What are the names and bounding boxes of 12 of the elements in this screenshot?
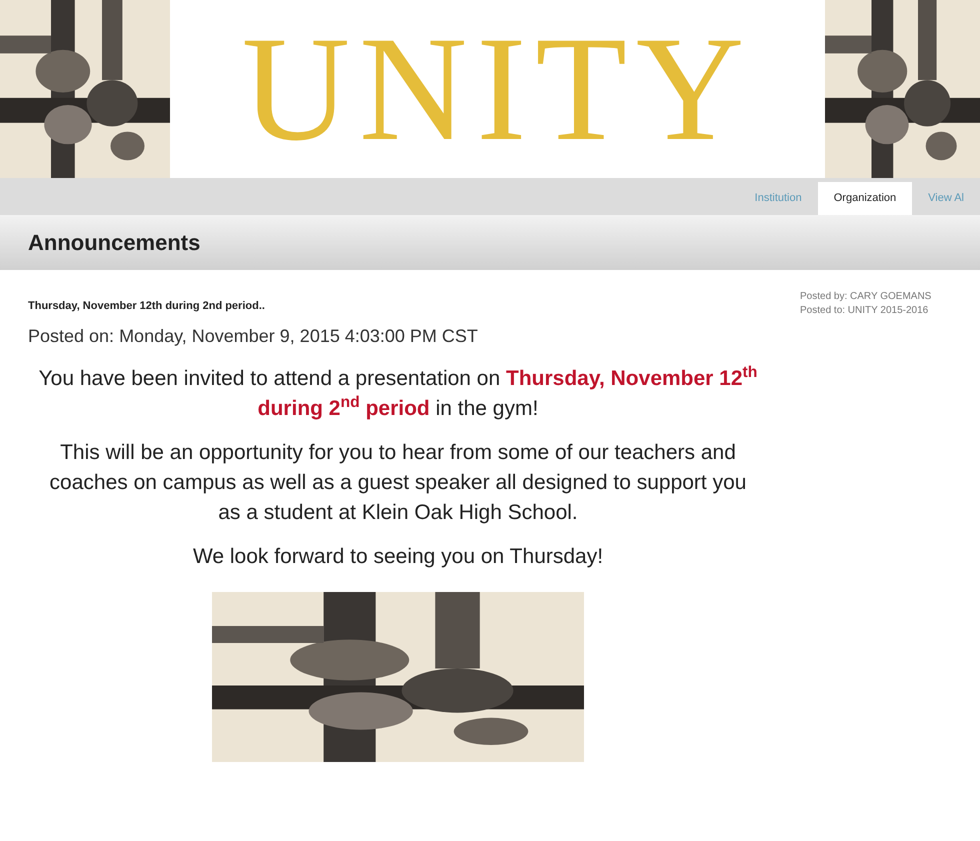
announcement-paragraph: You have been invited to attend a presentation on Thursday, November 12$^{th}$ during 2$^{nd}$ period in the gym! [38, 364, 758, 422]
tab[interactable]: View Al [912, 182, 980, 215]
announcement-paragraph: This will be an opportunity for you to hear from some of our teachers and coaches on campus as well as a guest speaker all designed to support you as a student at Klein Oak High School. [48, 440, 748, 526]
announcement-subject: Thursday, November 12th during 2nd period.. [28, 299, 266, 314]
posted-by: Posted by: CARY GOEMANS [800, 290, 932, 304]
posted-date: Posted on: Monday, November 9, 2015 4:03:00 PM CST [28, 324, 479, 348]
tab[interactable]: Organization [818, 182, 912, 215]
announcement-paragraph: We look forward to seeing you on Thursday! [192, 544, 604, 570]
posted-to: Posted to: UNITY 2015-2016 [800, 304, 930, 318]
banner-title: UNITY [240, 5, 754, 174]
section-title: Announcements [28, 229, 200, 257]
tab[interactable]: Institution [738, 182, 818, 215]
